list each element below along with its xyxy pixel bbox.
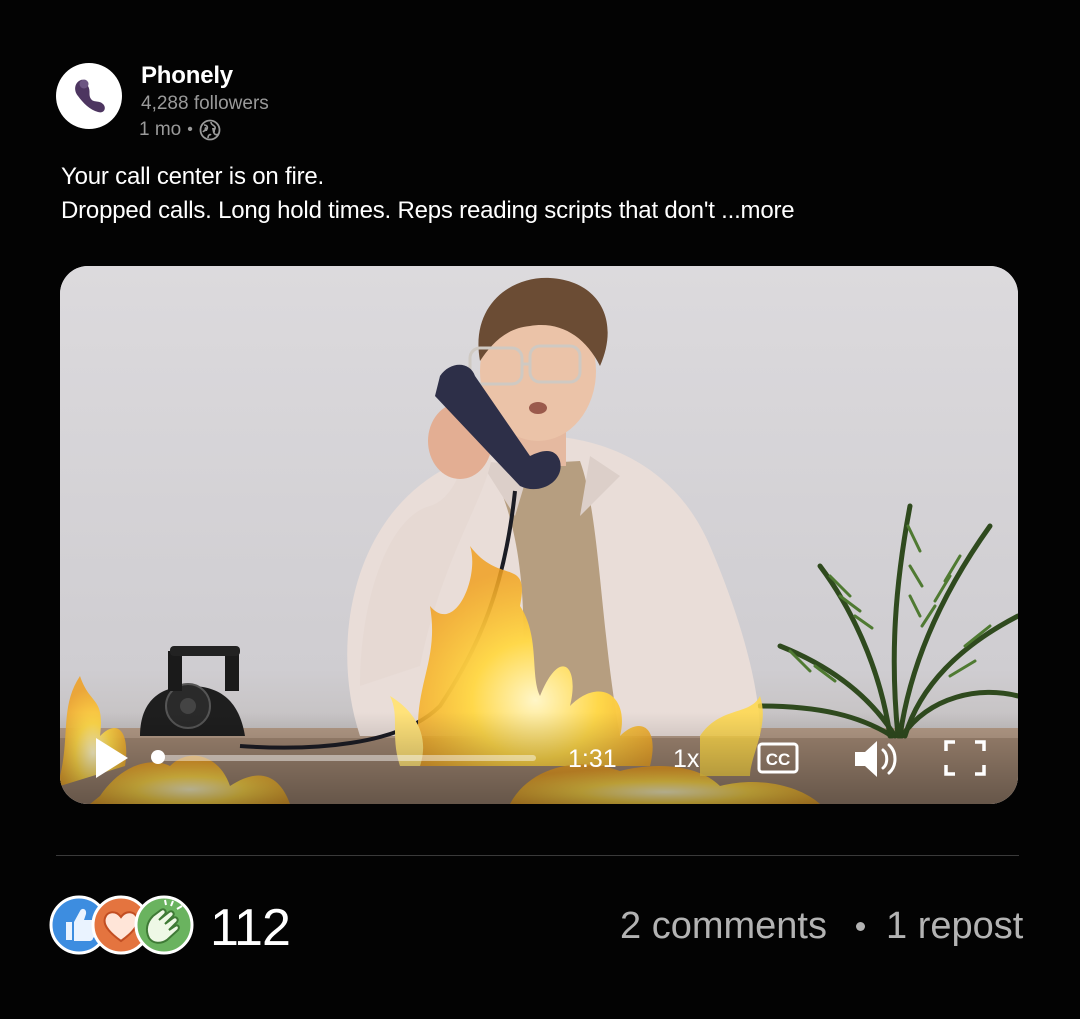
video-progress-knob[interactable]: [151, 750, 165, 764]
author-name[interactable]: Phonely: [141, 62, 233, 90]
comments-link[interactable]: 2 comments: [620, 905, 827, 948]
post-text-line-2: Dropped calls. Long hold times. Reps rea…: [61, 197, 715, 224]
post-text-line: Dropped calls. Long hold times. Reps rea…: [61, 194, 795, 228]
captions-button[interactable]: CC: [757, 742, 799, 774]
play-button[interactable]: [92, 736, 132, 780]
follower-count: 4,288 followers: [141, 93, 269, 114]
meta-separator: •: [187, 121, 193, 138]
post-time: 1 mo: [139, 119, 182, 140]
video-player[interactable]: [60, 266, 1018, 804]
company-avatar[interactable]: [56, 63, 122, 129]
video-progress-track[interactable]: [156, 755, 536, 761]
play-icon: [96, 738, 128, 778]
post-divider: [56, 855, 1019, 856]
globe-icon: [199, 119, 221, 141]
fullscreen-icon: [944, 740, 986, 776]
phone-handset-logo-icon: [75, 79, 105, 113]
captions-icon: CC: [757, 742, 799, 774]
fullscreen-button[interactable]: [943, 739, 987, 777]
reposts-link[interactable]: 1 repost: [886, 905, 1023, 948]
reaction-icons[interactable]: [49, 894, 195, 956]
playback-speed-button[interactable]: 1x: [673, 745, 699, 774]
video-duration: 1:31: [568, 745, 617, 773]
celebrate-icon: [134, 895, 194, 955]
captions-label: CC: [766, 750, 791, 769]
post-meta: 1 mo •: [139, 119, 221, 141]
volume-button[interactable]: [853, 739, 899, 779]
social-separator: [856, 922, 865, 931]
reaction-count[interactable]: 112: [210, 898, 291, 958]
volume-icon: [855, 741, 897, 777]
see-more-link[interactable]: ...more: [721, 197, 794, 224]
post-body: Your call center is on fire. Dropped cal…: [61, 160, 795, 228]
post-text-line: Your call center is on fire.: [61, 163, 324, 190]
